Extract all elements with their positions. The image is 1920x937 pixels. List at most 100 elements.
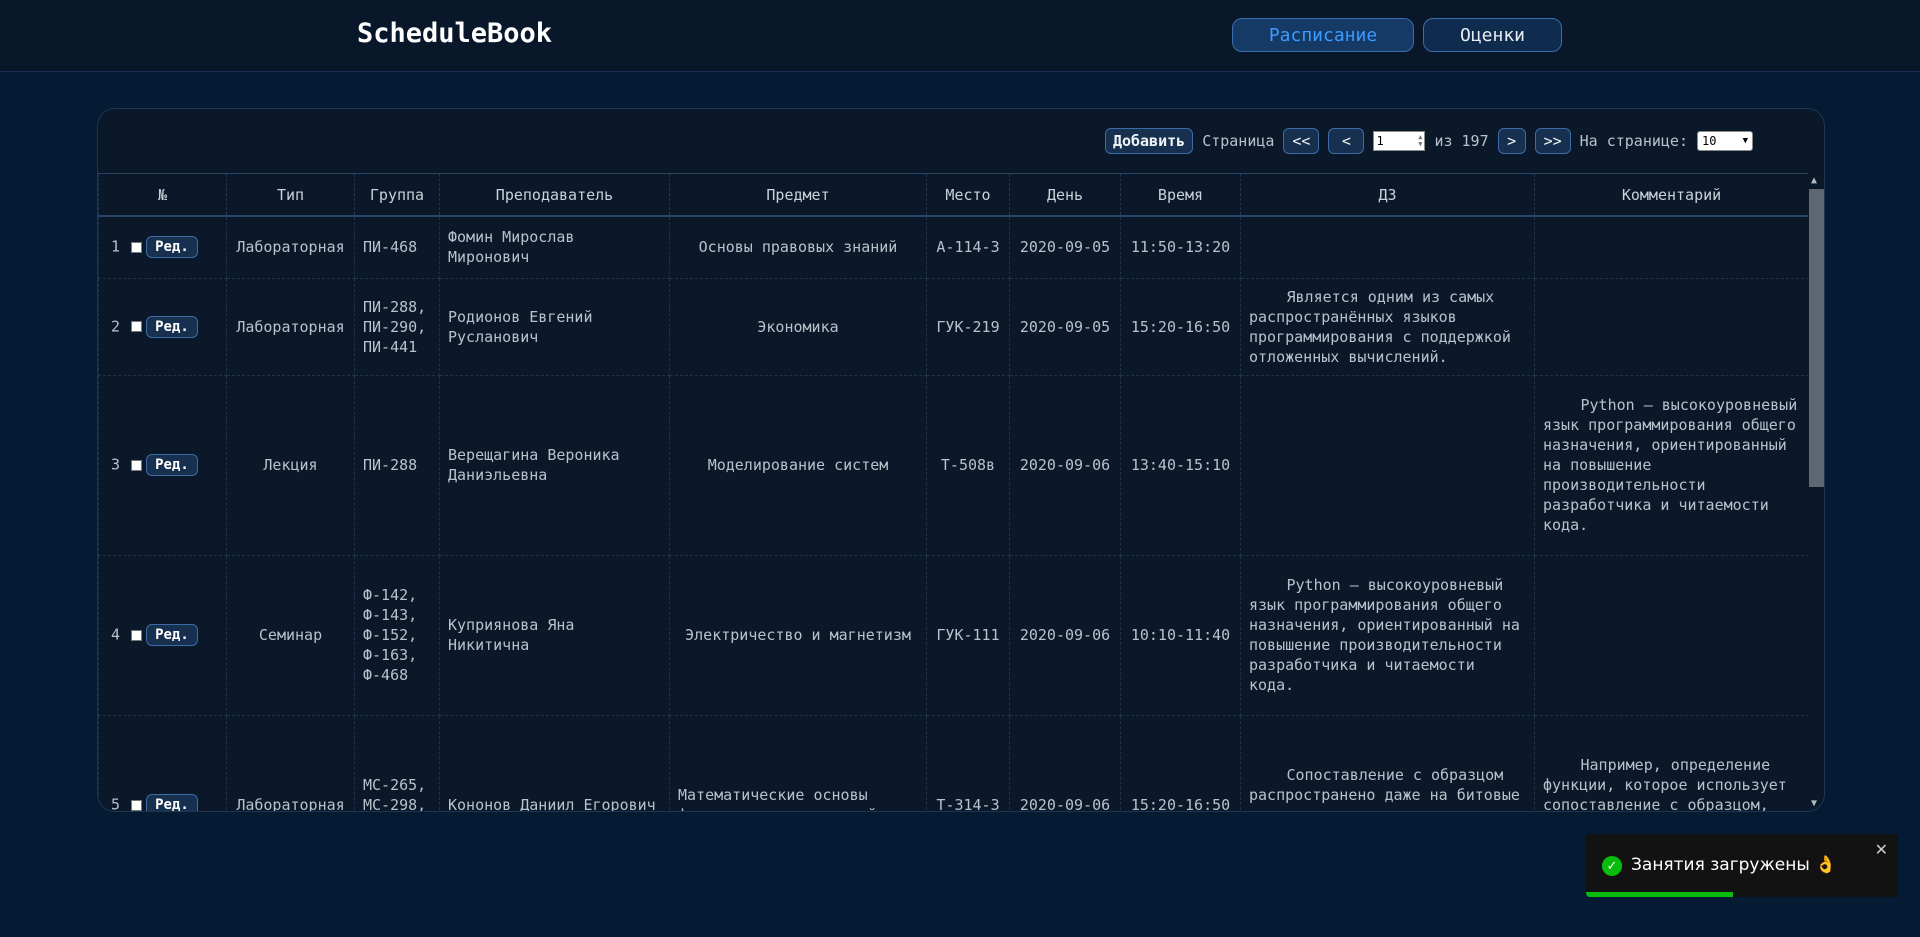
top-navbar: ScheduleBook Расписание Оценки	[0, 0, 1920, 72]
edit-button[interactable]: Ред.	[146, 454, 198, 476]
table-toolbar: Добавить Страница << < 1 ▲ ▼ из 197 > >> …	[1104, 128, 1753, 154]
comment-cell	[1534, 215, 1808, 279]
page-number-input[interactable]: 1 ▲ ▼	[1373, 131, 1426, 151]
per-page-label: На странице:	[1579, 132, 1688, 150]
next-page-button[interactable]: >	[1497, 128, 1526, 154]
place-cell: А-114-3	[926, 215, 1010, 279]
per-page-value: 10	[1702, 134, 1717, 148]
chevron-down-icon: ▼	[1742, 136, 1748, 146]
schedule-table-container: № Тип Группа Преподаватель Предмет Место…	[98, 173, 1808, 811]
comment-cell: Например, определение функции, которое и…	[1534, 714, 1808, 811]
day-cell: 2020-09-06	[1009, 714, 1121, 811]
scroll-up-icon[interactable]: ▲	[1811, 175, 1817, 186]
edit-button[interactable]: Ред.	[146, 315, 198, 338]
scroll-thumb[interactable]	[1809, 189, 1824, 487]
brand-logo[interactable]: ScheduleBook	[357, 18, 552, 49]
day-cell: 2020-09-05	[1009, 277, 1121, 376]
teacher-cell: Фомин Мирослав Миронович	[439, 215, 670, 279]
table-row: 4 Ред. Семинар Ф-142, Ф-143, Ф-152, Ф-16…	[98, 554, 1808, 716]
table-header-row: № Тип Группа Преподаватель Предмет Место…	[98, 173, 1808, 217]
row-number-cell: 4 Ред.	[98, 554, 227, 716]
place-cell: Т-314-3	[926, 714, 1010, 811]
teacher-cell: Верещагина Вероника Даниэльевна	[439, 374, 670, 556]
table-row: 1 Ред. Лабораторная ПИ-468 Фомин Миросла…	[98, 215, 1808, 279]
row-number: 4	[111, 625, 121, 644]
subject-cell: Основы правовых знаний	[669, 215, 927, 279]
edit-button[interactable]: Ред.	[146, 624, 198, 646]
column-header-type[interactable]: Тип	[226, 173, 355, 217]
type-cell: Лекция	[226, 374, 355, 556]
place-cell: ГУК-219	[926, 277, 1010, 376]
schedule-table: № Тип Группа Преподаватель Предмет Место…	[98, 173, 1808, 811]
row-number: 5	[111, 795, 121, 812]
time-cell: 13:40-15:10	[1120, 374, 1241, 556]
column-header-comment[interactable]: Комментарий	[1534, 173, 1808, 217]
column-header-number[interactable]: №	[98, 173, 227, 217]
row-checkbox[interactable]	[131, 799, 143, 811]
prev-page-button[interactable]: <	[1328, 128, 1365, 154]
column-header-time[interactable]: Время	[1120, 173, 1241, 217]
homework-cell	[1240, 215, 1535, 279]
day-cell: 2020-09-05	[1009, 215, 1121, 279]
column-header-subject[interactable]: Предмет	[669, 173, 927, 217]
group-cell: ПИ-288, ПИ-290, ПИ-441	[354, 277, 440, 376]
time-cell: 15:20-16:50	[1120, 277, 1241, 376]
place-cell: ГУК-111	[926, 554, 1010, 716]
group-cell: Ф-142, Ф-143, Ф-152, Ф-163, Ф-468	[354, 554, 440, 716]
per-page-select[interactable]: 10 ▼	[1697, 131, 1753, 151]
type-cell: Семинар	[226, 554, 355, 716]
comment-cell: Python — высокоуровневый язык программир…	[1534, 374, 1808, 556]
type-cell: Лабораторная	[226, 215, 355, 279]
spinner-arrows-icon[interactable]: ▲ ▼	[1418, 134, 1422, 148]
day-cell: 2020-09-06	[1009, 554, 1121, 716]
row-number: 2	[111, 317, 121, 335]
group-cell: ПИ-288	[354, 374, 440, 556]
close-icon[interactable]: ✕	[1875, 840, 1888, 859]
column-header-group[interactable]: Группа	[354, 173, 440, 217]
comment-cell	[1534, 554, 1808, 716]
type-cell: Лабораторная	[226, 714, 355, 811]
row-checkbox[interactable]	[131, 459, 143, 471]
teacher-cell: Куприянова Яна Никитична	[439, 554, 670, 716]
time-cell: 11:50-13:20	[1120, 215, 1241, 279]
homework-cell: Является одним из самых распространённых…	[1240, 277, 1535, 376]
subject-cell: Моделирование систем	[669, 374, 927, 556]
column-header-day[interactable]: День	[1009, 173, 1121, 217]
time-cell: 15:20-16:50	[1120, 714, 1241, 811]
last-page-button[interactable]: >>	[1534, 128, 1571, 154]
nav-schedule-button[interactable]: Расписание	[1232, 18, 1414, 52]
comment-cell	[1534, 277, 1808, 376]
edit-button[interactable]: Ред.	[146, 236, 198, 259]
toast-message: Занятия загружены 👌	[1631, 855, 1837, 875]
homework-cell: Python — высокоуровневый язык программир…	[1240, 554, 1535, 716]
toast-notification: ✓ Занятия загружены 👌 ✕	[1586, 834, 1898, 897]
nav-grades-button[interactable]: Оценки	[1423, 18, 1562, 52]
teacher-cell: Кононов Даниил Егорович	[439, 714, 670, 811]
subject-cell: Математические основы формальных рассужд…	[669, 714, 927, 811]
row-number: 1	[111, 237, 121, 256]
row-number-cell: 1 Ред.	[98, 215, 227, 279]
row-checkbox[interactable]	[131, 321, 143, 332]
subject-cell: Электричество и магнетизм	[669, 554, 927, 716]
table-scrollbar[interactable]: ▲ ▼	[1808, 173, 1824, 811]
total-pages-label: из 197	[1434, 132, 1489, 150]
edit-button[interactable]: Ред.	[146, 794, 198, 811]
add-button[interactable]: Добавить	[1104, 128, 1194, 154]
first-page-button[interactable]: <<	[1283, 128, 1320, 154]
subject-cell: Экономика	[669, 277, 927, 376]
table-row: 5 Ред. Лабораторная МС-265, МС-298, МС-2…	[98, 714, 1808, 812]
scroll-down-icon[interactable]: ▼	[1811, 798, 1817, 809]
toast-progress-bar	[1586, 892, 1733, 897]
row-checkbox[interactable]	[131, 629, 143, 641]
time-cell: 10:10-11:40	[1120, 554, 1241, 716]
group-cell: МС-265, МС-298, МС-223	[354, 714, 440, 811]
column-header-place[interactable]: Место	[926, 173, 1010, 217]
column-header-homework[interactable]: ДЗ	[1240, 173, 1535, 217]
place-cell: Т-508в	[926, 374, 1010, 556]
day-cell: 2020-09-06	[1009, 374, 1121, 556]
row-number-cell: 5 Ред.	[98, 714, 227, 812]
column-header-teacher[interactable]: Преподаватель	[439, 173, 670, 217]
row-number-cell: 2 Ред.	[98, 277, 227, 376]
row-checkbox[interactable]	[131, 241, 143, 253]
schedule-panel: Добавить Страница << < 1 ▲ ▼ из 197 > >> …	[97, 108, 1825, 812]
